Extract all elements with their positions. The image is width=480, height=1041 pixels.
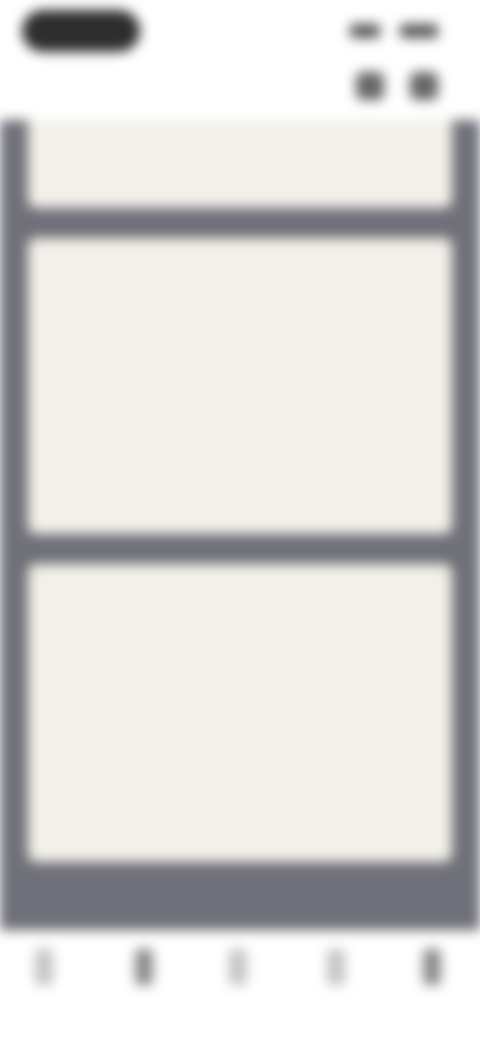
tab-2[interactable] [114,949,174,1009]
bottom-tab-bar [0,930,480,1041]
app-header [0,56,480,120]
tab-icon-1 [35,949,53,985]
feed-card[interactable] [28,120,452,208]
action-icon[interactable] [356,72,384,100]
status-bar [0,0,480,64]
tab-5[interactable] [402,949,462,1009]
feed-list[interactable] [0,120,480,930]
tab-icon-5 [423,949,441,985]
header-title [205,74,285,104]
status-pill-icon [22,10,140,52]
tab-icon-3 [229,949,247,985]
tab-3[interactable] [208,949,268,1009]
tab-icon-4 [327,949,345,985]
tab-1[interactable] [14,949,74,1009]
feed-card[interactable] [28,238,452,534]
tab-icon-2 [135,949,153,985]
signal-icon [350,24,380,38]
tab-4[interactable] [306,949,366,1009]
battery-icon [400,24,438,38]
more-icon[interactable] [410,72,438,100]
feed-card[interactable] [28,564,452,862]
